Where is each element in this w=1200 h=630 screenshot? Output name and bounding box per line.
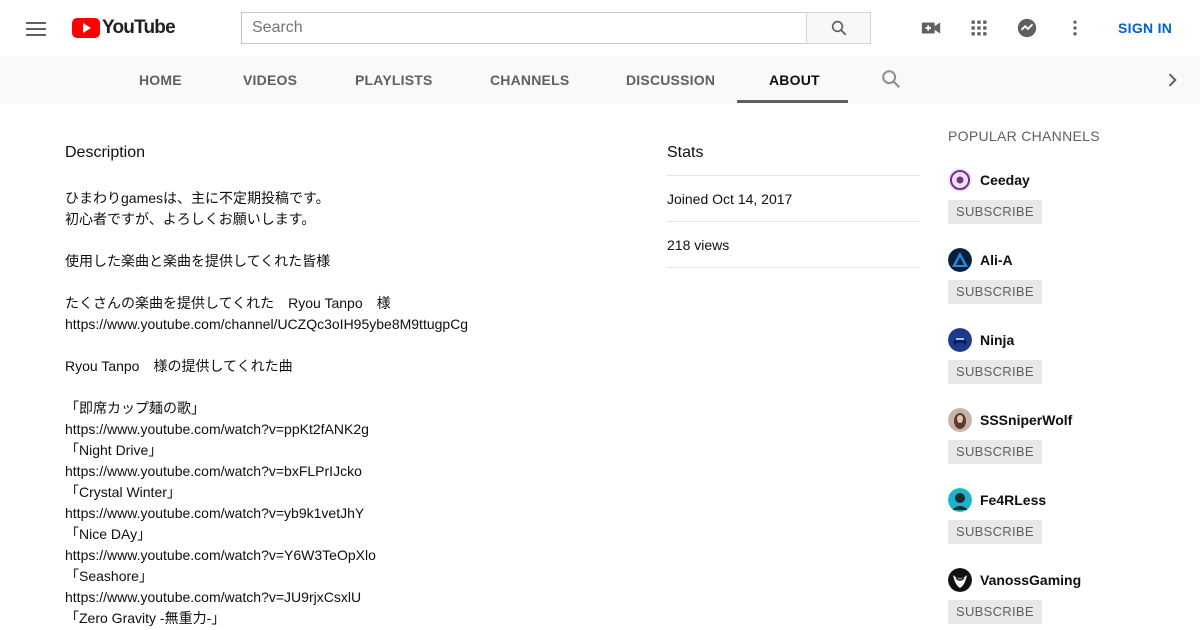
play-logo-icon (72, 18, 100, 38)
description-line: ひまわりgamesは、主に不定期投稿です。 (65, 190, 330, 206)
search-input[interactable] (242, 13, 807, 43)
description-line (65, 377, 625, 398)
description-line (65, 272, 625, 293)
description-line[interactable]: https://www.youtube.com/watch?v=yb9k1vet… (65, 503, 625, 524)
description-line: 「Nice DAy」 (65, 526, 152, 542)
tab-about[interactable]: ABOUT (769, 56, 820, 104)
description-line: 「Crystal Winter」 (65, 484, 181, 500)
menu-icon[interactable] (24, 18, 48, 38)
masthead: YouTube SIGN IN (0, 0, 1200, 56)
description-line: 「Seashore」 (65, 568, 153, 584)
channel-avatar[interactable] (948, 248, 972, 272)
search-button[interactable] (806, 12, 871, 44)
subscribe-button[interactable]: SUBSCRIBE (948, 440, 1042, 464)
description-line[interactable]: https://www.youtube.com/channel/UCZQc3oI… (65, 314, 625, 335)
popular-channel-item: Ali-A SUBSCRIBE (948, 248, 1188, 318)
popular-channel-item: Ninja SUBSCRIBE (948, 328, 1188, 398)
description-line[interactable]: https://www.youtube.com/watch?v=bxFLPrIJ… (65, 461, 625, 482)
subscribe-button[interactable]: SUBSCRIBE (948, 200, 1042, 224)
tab-videos[interactable]: VIDEOS (243, 56, 297, 104)
description-line: 「即席カップ麺の歌」 (65, 400, 205, 416)
description-line: 「Night Drive」 (65, 442, 163, 458)
logo-text: YouTube (102, 17, 176, 38)
joined-date: Joined Oct 14, 2017 (667, 176, 920, 222)
description-line[interactable]: https://www.youtube.com/watch?v=ppKt2fAN… (65, 419, 625, 440)
chevron-right-icon[interactable] (1162, 70, 1182, 90)
tab-channels[interactable]: CHANNELS (490, 56, 569, 104)
channel-avatar[interactable] (948, 488, 972, 512)
channel-name[interactable]: VanossGaming (980, 572, 1081, 588)
popular-channel-item: SSSniperWolf SUBSCRIBE (948, 408, 1188, 478)
channel-search-icon[interactable] (880, 68, 902, 90)
more-vertical-icon[interactable] (1063, 16, 1087, 40)
channel-name[interactable]: Fe4RLess (980, 492, 1046, 508)
channel-name[interactable]: SSSniperWolf (980, 412, 1072, 428)
description-line[interactable]: https://www.youtube.com/watch?v=Y6W3TeOp… (65, 545, 625, 566)
subscribe-button[interactable]: SUBSCRIBE (948, 280, 1042, 304)
subscribe-button[interactable]: SUBSCRIBE (948, 520, 1042, 544)
subscribe-button[interactable]: SUBSCRIBE (948, 360, 1042, 384)
description-line[interactable]: https://www.youtube.com/watch?v=JU9rjxCs… (65, 587, 625, 608)
description-line: たくさんの楽曲を提供してくれた Ryou Tanpo 様 (65, 295, 391, 311)
channel-avatar[interactable] (948, 408, 972, 432)
messages-icon[interactable] (1015, 16, 1039, 40)
description-heading: Description (65, 144, 146, 161)
channel-name[interactable]: Ali-A (980, 252, 1013, 268)
search-icon (831, 20, 846, 36)
popular-channel-item: Fe4RLess SUBSCRIBE (948, 488, 1188, 558)
channel-name[interactable]: Ninja (980, 332, 1014, 348)
description-line: 「Zero Gravity -無重力-」 (65, 610, 226, 626)
channel-avatar[interactable] (948, 328, 972, 352)
tab-home[interactable]: HOME (139, 56, 182, 104)
view-count: 218 views (667, 222, 920, 268)
apps-grid-icon[interactable] (967, 16, 991, 40)
search-box[interactable] (241, 12, 807, 44)
description-line: Ryou Tanpo 様の提供してくれた曲 (65, 358, 293, 374)
stats-heading: Stats (667, 144, 920, 176)
description-body: ひまわりgamesは、主に不定期投稿です。 初心者ですが、よろしくお願いします。使… (65, 188, 625, 629)
youtube-logo[interactable]: YouTube (72, 17, 176, 39)
active-tab-indicator (737, 100, 848, 103)
stats-panel: Stats Joined Oct 14, 2017 218 views (667, 144, 920, 268)
popular-channel-item: VanossGaming SUBSCRIBE (948, 568, 1188, 630)
channel-tabs-bar: HOME VIDEOS PLAYLISTS CHANNELS DISCUSSIO… (0, 56, 1200, 104)
popular-channels-heading: POPULAR CHANNELS (948, 128, 1100, 144)
popular-channel-item: Ceeday SUBSCRIBE (948, 168, 1188, 238)
description-line: 使用した楽曲と楽曲を提供してくれた皆様 (65, 253, 331, 269)
channel-avatar[interactable] (948, 568, 972, 592)
sign-in-button[interactable]: SIGN IN (1108, 18, 1182, 38)
subscribe-button[interactable]: SUBSCRIBE (948, 600, 1042, 624)
create-video-icon[interactable] (919, 16, 943, 40)
channel-avatar[interactable] (948, 168, 972, 192)
tab-discussion[interactable]: DISCUSSION (626, 56, 715, 104)
description-line: 初心者ですが、よろしくお願いします。 (65, 211, 316, 227)
description-line (65, 335, 625, 356)
description-line (65, 230, 625, 251)
channel-name[interactable]: Ceeday (980, 172, 1030, 188)
tab-playlists[interactable]: PLAYLISTS (355, 56, 433, 104)
